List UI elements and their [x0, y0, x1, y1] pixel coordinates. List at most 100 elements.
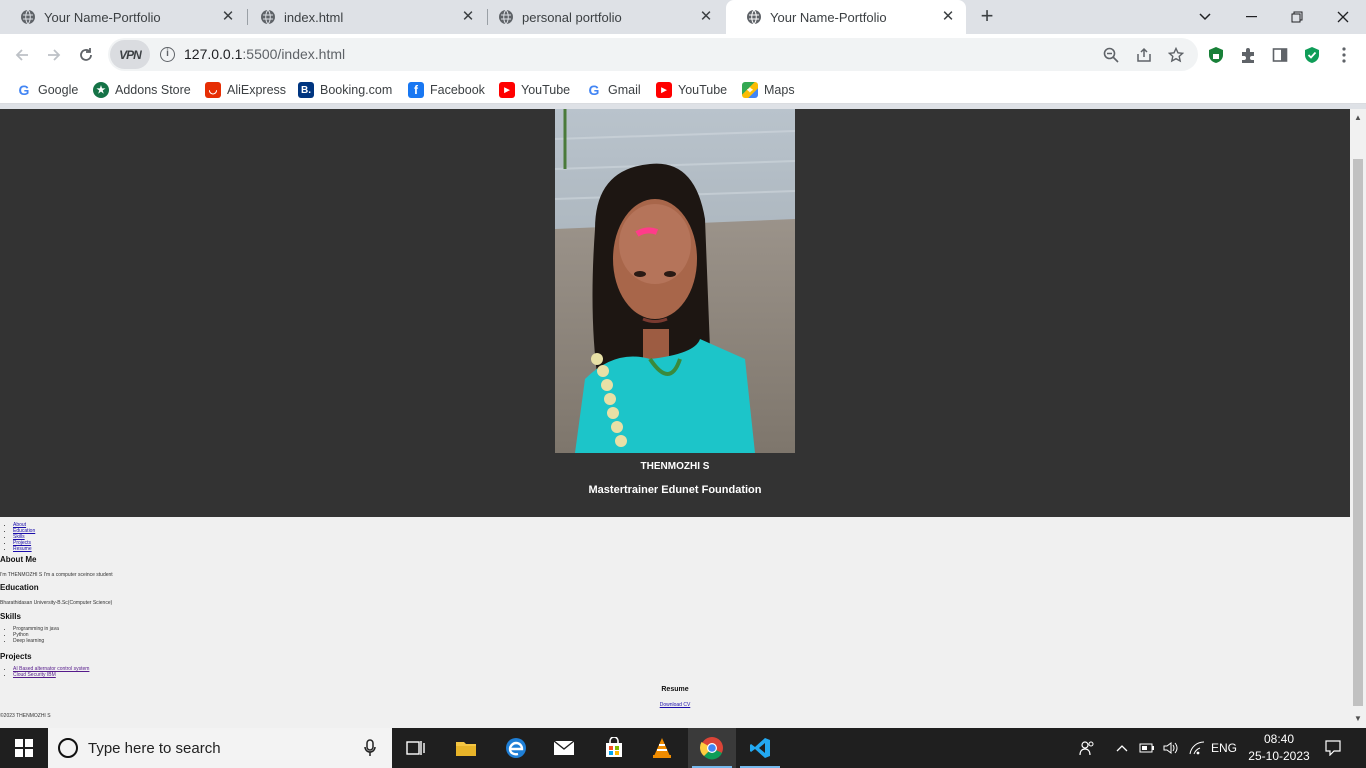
bookmark-addons-store[interactable]: ★ Addons Store — [93, 81, 191, 99]
extensions-puzzle-icon[interactable] — [1238, 45, 1258, 65]
back-button[interactable] — [8, 41, 36, 69]
tab-title: Your Name-Portfolio — [44, 9, 161, 25]
skill-item: Deep learning — [13, 638, 59, 644]
tab-strip: Your Name-Portfolio ✕ index.html ✕ perso… — [0, 0, 1366, 34]
restore-button[interactable] — [1274, 0, 1320, 34]
new-tab-button[interactable]: + — [976, 5, 998, 27]
chrome-icon[interactable] — [688, 728, 736, 768]
tab-search-icon[interactable] — [1182, 0, 1228, 34]
bookmark-maps[interactable]: ⌖ Maps — [742, 81, 795, 99]
close-tab-icon[interactable]: ✕ — [698, 9, 714, 25]
close-window-button[interactable] — [1320, 0, 1366, 34]
bookmarks-bar: G Google ★ Addons Store ◡ AliExpress B. … — [0, 76, 1366, 104]
tab-title: Your Name-Portfolio — [770, 9, 887, 25]
microsoft-store-icon[interactable] — [590, 728, 638, 768]
system-clock[interactable]: 08:40 25-10-2023 — [1240, 731, 1318, 765]
bookmark-label: AliExpress — [227, 83, 287, 97]
page-nav: About Education Skills Projects Resume — [13, 522, 35, 552]
globe-icon — [747, 9, 761, 25]
people-icon[interactable] — [1076, 728, 1098, 768]
scroll-down-arrow[interactable]: ▼ — [1353, 714, 1363, 724]
shield-extension-icon[interactable] — [1206, 45, 1226, 65]
education-text: Bharathidasan University-B.Sc(Computer S… — [0, 600, 113, 606]
projects-list: AI Based alternator control system Cloud… — [13, 666, 89, 678]
download-cv-link[interactable]: Download CV — [660, 702, 691, 708]
vlc-icon[interactable] — [638, 728, 686, 768]
vpn-badge[interactable]: VPN — [110, 40, 150, 69]
addons-store-icon: ★ — [93, 82, 109, 98]
battery-icon[interactable] — [1137, 728, 1157, 768]
show-hidden-icons-chevron-icon[interactable] — [1112, 728, 1132, 768]
reload-button[interactable] — [72, 41, 100, 69]
url-path: :5500/index.html — [242, 46, 346, 62]
tab-3[interactable]: personal portfolio ✕ — [478, 0, 724, 34]
bookmark-label: YouTube — [521, 83, 571, 97]
url-text[interactable]: 127.0.0.1:5500/index.html — [184, 46, 345, 62]
clock-date: 25-10-2023 — [1248, 749, 1310, 763]
footer-text: ©2023 THENMOZHI S — [0, 713, 51, 719]
start-button[interactable] — [0, 728, 48, 768]
cortana-icon — [58, 738, 78, 758]
security-check-icon[interactable] — [1302, 45, 1322, 65]
microphone-icon[interactable] — [360, 738, 380, 758]
bookmark-label: Booking.com — [320, 83, 393, 97]
windows-logo-icon — [15, 739, 33, 757]
close-tab-icon[interactable]: ✕ — [460, 9, 476, 25]
tab-title: index.html — [284, 9, 344, 25]
forward-button[interactable] — [40, 41, 68, 69]
google-icon: G — [18, 82, 30, 98]
project-link[interactable]: Cloud Security IBM — [13, 672, 56, 678]
wifi-icon[interactable] — [1186, 728, 1208, 768]
bookmark-star-icon[interactable] — [1166, 45, 1186, 65]
page-scrollbar[interactable]: ▲ ▼ — [1350, 109, 1366, 728]
share-icon[interactable] — [1134, 45, 1154, 65]
hero-name: THENMOZHI S — [640, 461, 710, 472]
close-tab-icon[interactable]: ✕ — [940, 9, 956, 25]
url-host: 127.0.0.1 — [184, 46, 243, 62]
bookmark-youtube[interactable]: ▶ YouTube — [656, 81, 727, 99]
address-bar[interactable]: VPN i 127.0.0.1:5500/index.html — [108, 38, 1198, 71]
task-view-icon[interactable] — [392, 728, 440, 768]
minimize-button[interactable] — [1228, 0, 1274, 34]
profile-photo — [555, 109, 795, 453]
tab-2[interactable]: index.html ✕ — [240, 0, 486, 34]
bookmark-google[interactable]: G Google — [16, 81, 79, 99]
bookmark-youtube[interactable]: ▶ YouTube — [499, 81, 570, 99]
volume-icon[interactable] — [1160, 728, 1182, 768]
language-indicator[interactable]: ENG — [1208, 728, 1240, 768]
tab-4-active[interactable]: Your Name-Portfolio ✕ — [726, 0, 966, 34]
tab-title: personal portfolio — [522, 9, 622, 25]
search-placeholder: Type here to search — [88, 739, 221, 757]
bookmark-label: Google — [38, 83, 79, 97]
clock-time: 08:40 — [1263, 732, 1295, 746]
side-panel-icon[interactable] — [1270, 45, 1290, 65]
vscode-icon[interactable] — [736, 728, 784, 768]
globe-icon — [21, 9, 35, 25]
taskbar-search[interactable]: Type here to search — [48, 728, 392, 768]
zoom-icon[interactable] — [1101, 45, 1121, 65]
nav-link-resume[interactable]: Resume — [13, 546, 32, 552]
file-explorer-icon[interactable] — [442, 728, 490, 768]
aliexpress-icon: ◡ — [205, 82, 221, 98]
bookmark-label: YouTube — [678, 83, 728, 97]
scroll-thumb[interactable] — [1353, 159, 1363, 706]
globe-icon — [261, 9, 275, 25]
site-info-icon[interactable]: i — [160, 47, 175, 62]
bookmark-gmail[interactable]: G Gmail — [586, 81, 641, 99]
booking-icon: B. — [298, 82, 314, 98]
chrome-menu-icon[interactable] — [1334, 45, 1354, 65]
bookmark-label: Maps — [764, 83, 795, 97]
bookmark-aliexpress[interactable]: ◡ AliExpress — [205, 81, 286, 99]
notifications-icon[interactable] — [1320, 728, 1346, 768]
mail-icon[interactable] — [540, 728, 588, 768]
scroll-up-arrow[interactable]: ▲ — [1353, 113, 1363, 123]
close-tab-icon[interactable]: ✕ — [220, 9, 236, 25]
tab-1[interactable]: Your Name-Portfolio ✕ — [0, 0, 246, 34]
bookmark-booking[interactable]: B. Booking.com — [298, 81, 392, 99]
about-heading: About Me — [0, 555, 37, 564]
projects-heading: Projects — [0, 652, 32, 661]
edge-browser-icon[interactable] — [492, 728, 540, 768]
bookmark-facebook[interactable]: f Facebook — [408, 81, 485, 99]
youtube-icon: ▶ — [499, 82, 515, 98]
page-viewport: THENMOZHI S Mastertrainer Edunet Foundat… — [0, 109, 1350, 728]
